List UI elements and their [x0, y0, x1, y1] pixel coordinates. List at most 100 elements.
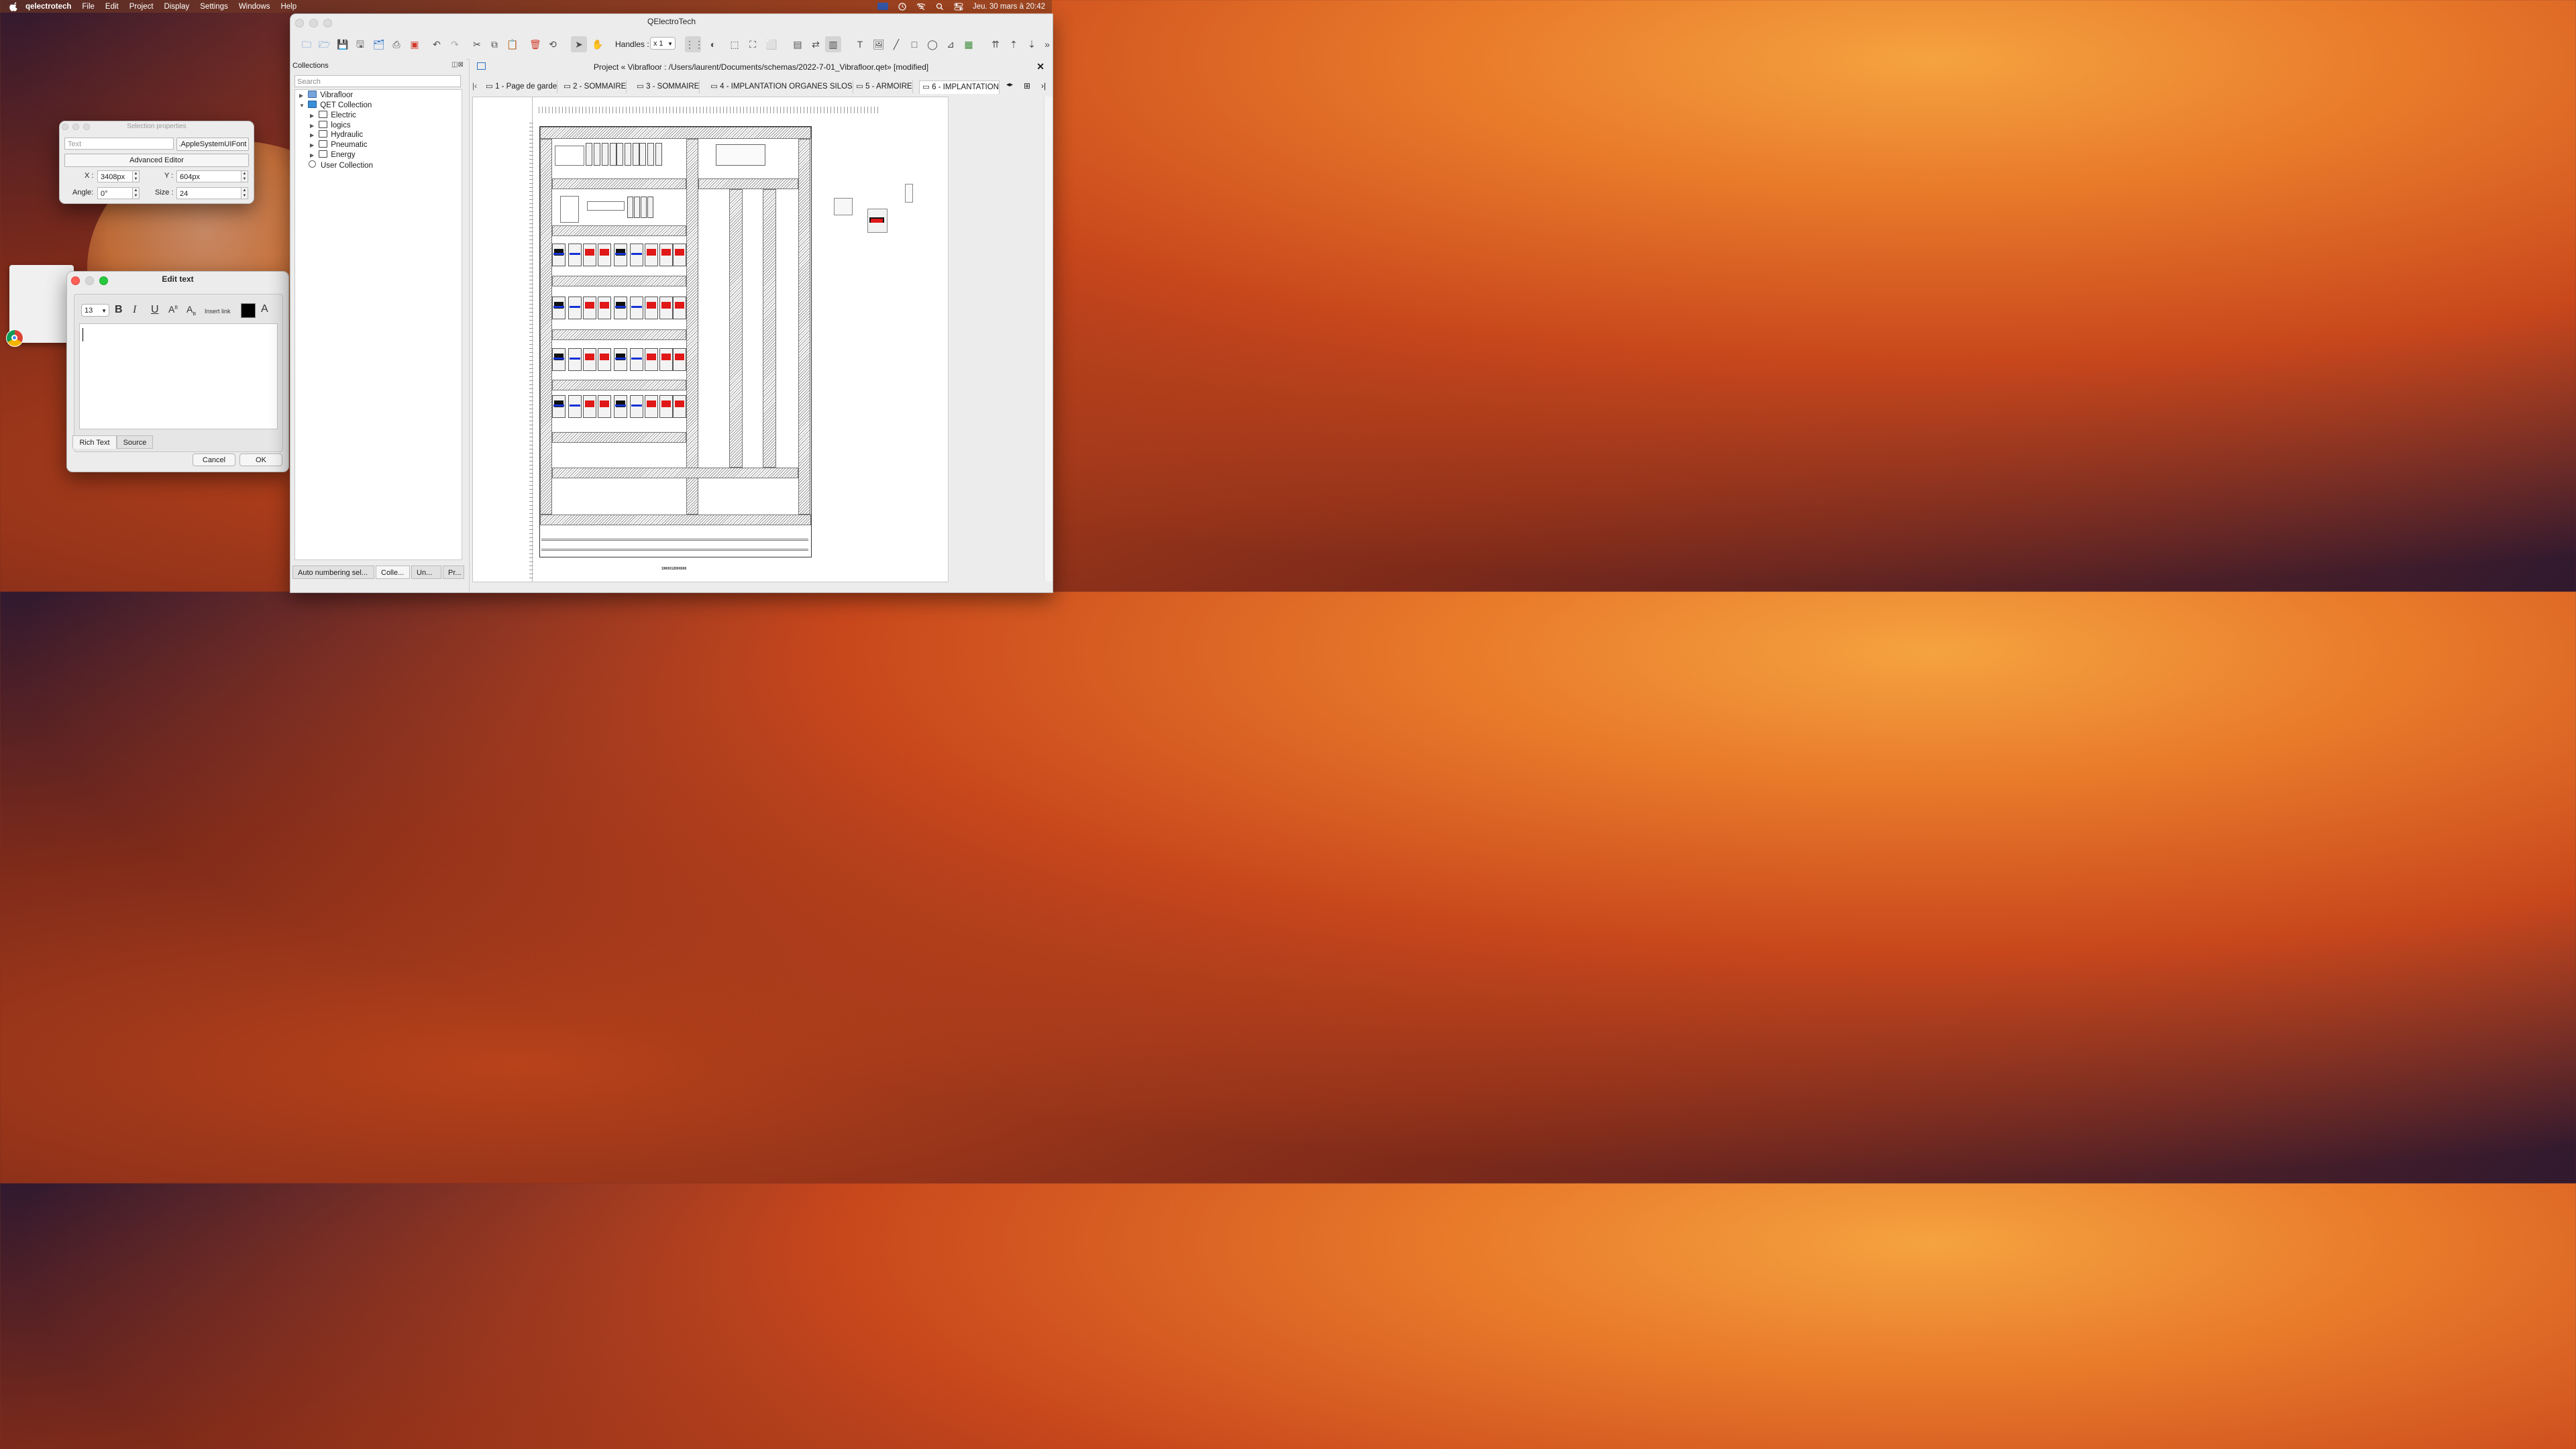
chevron-right-icon[interactable]: ▶ — [310, 141, 317, 150]
add-image-icon[interactable]: 🖼 — [873, 39, 885, 50]
chevron-right-icon[interactable]: ▶ — [299, 91, 306, 101]
toolbar-overflow-icon[interactable]: » — [1042, 39, 1053, 50]
add-table-icon[interactable]: ▦ — [963, 39, 974, 50]
render-mode-icon[interactable]: ◐ — [708, 39, 718, 50]
chevron-down-icon[interactable]: ▼ — [299, 101, 306, 111]
y-stepper[interactable]: ▲ ▼ — [241, 170, 248, 182]
chevron-right-icon[interactable]: ▶ — [310, 151, 317, 160]
tree-item-electric[interactable]: ▶ Electric — [310, 111, 356, 120]
menu-app-name[interactable]: qelectrotech — [25, 3, 71, 11]
hand-tool-icon[interactable]: ✋ — [592, 39, 603, 50]
cut-icon[interactable]: ✂ — [472, 39, 482, 50]
add-text-icon[interactable]: T — [855, 39, 865, 50]
superscript-icon[interactable]: AB — [168, 304, 178, 315]
font-size-select[interactable]: 13 ▼ — [81, 304, 109, 317]
input-source-icon[interactable] — [877, 3, 888, 10]
new-folio-icon[interactable]: ⊞ — [1024, 81, 1030, 91]
angle-stepper[interactable]: ▲ ▼ — [133, 187, 140, 199]
delete-icon[interactable]: 🗑 — [529, 39, 541, 50]
tab-project[interactable]: Pr... — [443, 566, 464, 579]
copy-icon[interactable]: ⧉ — [489, 39, 500, 50]
tabs-first-icon[interactable]: |‹ — [472, 81, 477, 91]
clear-format-icon[interactable]: A — [261, 303, 268, 315]
tab-rich-text[interactable]: Rich Text — [72, 435, 117, 449]
menu-file[interactable]: File — [82, 3, 95, 11]
print-icon[interactable]: ⎙ — [391, 39, 402, 50]
add-polygon-icon[interactable]: ⊿ — [945, 39, 956, 50]
y-input[interactable]: 604px — [176, 170, 241, 182]
menu-settings[interactable]: Settings — [200, 3, 228, 11]
tab-folio-5[interactable]: ▭ 5 - ARMOIRE — [853, 80, 913, 93]
control-center-icon[interactable] — [954, 3, 963, 11]
insert-link-button[interactable]: Insert link — [205, 308, 231, 315]
tab-auto-numbering[interactable]: Auto numbering sel... — [292, 566, 374, 579]
handles-select[interactable]: x 1 ▼ — [650, 37, 676, 50]
zoom-reset-icon[interactable]: ⬜ — [765, 39, 777, 50]
rotate-icon[interactable]: ⟲ — [547, 39, 558, 50]
tree-item-hydraulic[interactable]: ▶ Hydraulic — [310, 130, 363, 140]
tab-source[interactable]: Source — [117, 435, 153, 449]
menu-edit[interactable]: Edit — [105, 3, 119, 11]
tabs-last-icon[interactable]: ›| — [1041, 81, 1046, 91]
tab-folio-6[interactable]: ▭ 6 - IMPLANTATION — [919, 80, 1000, 94]
apple-icon[interactable] — [9, 1, 19, 11]
tree-item-qet-collection[interactable]: ▼ QET Collection — [299, 101, 372, 110]
text-field[interactable]: Text — [64, 138, 174, 150]
tab-collections[interactable]: Colle... — [376, 566, 410, 579]
close-project-icon[interactable]: ✕ — [1036, 61, 1044, 72]
chrome-icon[interactable] — [6, 329, 23, 347]
diagram-canvas[interactable]: 1900X1200X600 — [472, 97, 949, 582]
conductor-icon[interactable]: ⇄ — [810, 39, 821, 50]
dock-float-close-icon[interactable]: ◫⊠ — [451, 61, 464, 68]
chevron-right-icon[interactable]: ▶ — [310, 121, 317, 131]
font-button[interactable]: .AppleSystemUIFont — [176, 138, 249, 151]
vertical-scrollbar[interactable] — [1044, 97, 1053, 581]
tab-undo[interactable]: Un... — [411, 566, 441, 579]
cancel-button[interactable]: Cancel — [193, 453, 235, 466]
redo-icon[interactable]: ↷ — [449, 39, 460, 50]
add-line-icon[interactable]: ╱ — [891, 39, 902, 50]
menu-help[interactable]: Help — [280, 3, 297, 11]
loose-element-3[interactable] — [905, 184, 913, 203]
italic-button[interactable]: I — [133, 304, 136, 316]
tabs-scroll-icon[interactable]: ◂▸ — [1006, 81, 1013, 89]
zoom-fit-icon[interactable]: ⬚ — [729, 39, 740, 50]
tree-item-logics[interactable]: ▶ logics — [310, 121, 351, 130]
bold-button[interactable]: B — [115, 304, 123, 316]
add-ellipse-icon[interactable]: ◯ — [927, 39, 938, 50]
wifi-off-icon[interactable] — [916, 3, 926, 11]
spotlight-icon[interactable] — [935, 3, 945, 11]
add-rectangle-icon[interactable]: □ — [909, 39, 920, 50]
close-project-icon[interactable]: 🗂 — [373, 39, 385, 50]
select-tool-icon[interactable]: ➤ — [571, 36, 587, 52]
terminal-strip-icon[interactable]: ▥ — [825, 36, 841, 52]
chevron-right-icon[interactable]: ▶ — [310, 131, 317, 140]
angle-input[interactable]: 0° — [97, 187, 133, 199]
underline-button[interactable]: U — [151, 304, 159, 316]
tree-item-pneumatic[interactable]: ▶ Pneumatic — [310, 140, 368, 150]
bring-forward-icon[interactable]: ⇈ — [990, 39, 1001, 50]
tree-item-user-collection[interactable]: User Collection — [309, 160, 373, 170]
lower-icon[interactable]: ⇣ — [1026, 39, 1037, 50]
x-stepper[interactable]: ▲ ▼ — [133, 170, 140, 182]
menu-display[interactable]: Display — [164, 3, 190, 11]
size-input[interactable]: 24 — [176, 187, 241, 199]
menu-windows[interactable]: Windows — [239, 3, 270, 11]
tab-folio-3[interactable]: ▭ 3 - SOMMAIRE — [634, 80, 700, 93]
subscript-icon[interactable]: AB — [186, 304, 196, 317]
loose-element-1[interactable] — [834, 198, 853, 215]
ok-button[interactable]: OK — [239, 453, 282, 466]
undo-icon[interactable]: ↶ — [431, 39, 442, 50]
add-folio-icon[interactable]: ▤ — [792, 39, 803, 50]
loose-element-2[interactable] — [867, 209, 888, 233]
collections-search-input[interactable]: Search — [294, 75, 461, 87]
text-color-button[interactable] — [241, 303, 256, 318]
chevron-right-icon[interactable]: ▶ — [310, 111, 317, 121]
time-machine-icon[interactable] — [898, 2, 907, 11]
paste-icon[interactable]: 📋 — [506, 39, 518, 50]
size-stepper[interactable]: ▲ ▼ — [241, 187, 248, 199]
tab-folio-4[interactable]: ▭ 4 - IMPLANTATION ORGANES SILOS — [708, 80, 853, 93]
zoom-content-icon[interactable]: ⛶ — [747, 39, 758, 50]
advanced-editor-button[interactable]: Advanced Editor — [64, 154, 249, 167]
tree-item-energy[interactable]: ▶ Energy — [310, 150, 356, 160]
